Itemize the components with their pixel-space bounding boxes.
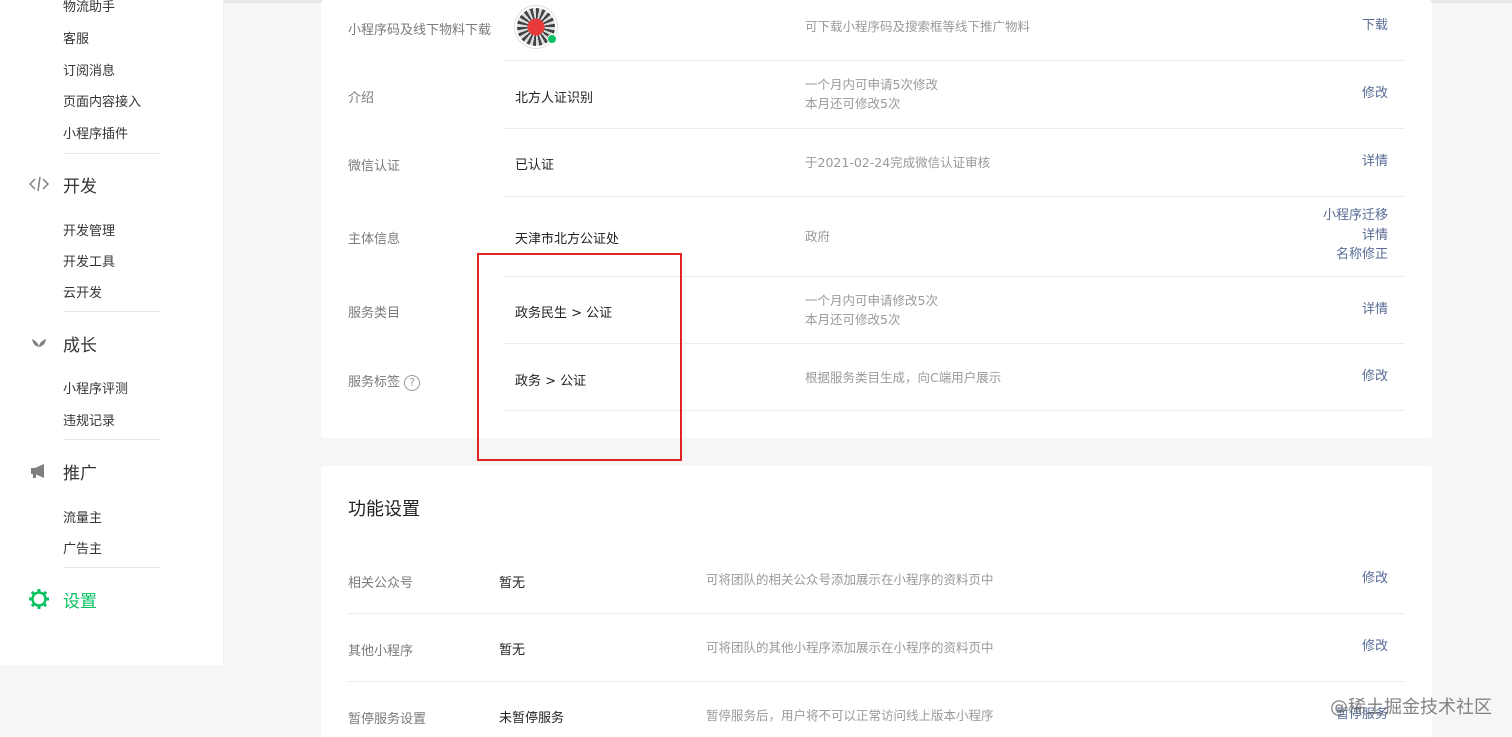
- row-desc: 暂停服务后，用户将不可以正常访问线上版本小程序: [706, 708, 994, 723]
- sidebar-item-dev-tools[interactable]: 开发工具: [63, 251, 115, 270]
- row-label: 小程序码及线下物料下载: [348, 23, 492, 38]
- sidebar-group-dev[interactable]: 开发: [28, 172, 97, 197]
- row-divider: [504, 196, 1404, 197]
- row-label: 主体信息: [348, 232, 401, 247]
- sidebar-group-label: 开发: [63, 176, 97, 197]
- name-correction-link[interactable]: 名称修正: [1336, 245, 1388, 265]
- row-divider: [348, 613, 1404, 614]
- sidebar-item-publisher[interactable]: 流量主: [63, 507, 102, 526]
- row-desc: 本月还可修改5次: [805, 96, 901, 111]
- row-label-text: 服务标签: [348, 375, 401, 390]
- megaphone-icon: [28, 460, 50, 482]
- sidebar-divider: [63, 153, 160, 154]
- sidebar-item-plugins[interactable]: 小程序插件: [63, 123, 128, 142]
- sidebar-group-label: 成长: [63, 335, 97, 356]
- section-title: 功能设置: [348, 499, 420, 520]
- sidebar-divider: [63, 311, 160, 312]
- row-desc: 一个月内可申请5次修改: [805, 77, 938, 92]
- sprout-icon: [28, 332, 50, 354]
- row-desc: 根据服务类目生成，向C端用户展示: [805, 370, 1002, 385]
- entity-detail-link[interactable]: 详情: [1362, 226, 1388, 246]
- row-value: 已认证: [515, 158, 555, 173]
- sidebar-item-logistics[interactable]: 物流助手: [63, 0, 115, 15]
- sidebar-group-promotion[interactable]: 推广: [28, 459, 97, 484]
- row-label: 服务类目: [348, 306, 401, 321]
- row-desc: 本月还可修改5次: [805, 312, 901, 327]
- code-icon: [28, 173, 50, 195]
- sidebar-item-page-content[interactable]: 页面内容接入: [63, 91, 141, 110]
- function-settings-panel: 功能设置 相关公众号 暂无 可将团队的相关公众号添加展示在小程序的资料页中 修改…: [321, 466, 1432, 737]
- row-label: 微信认证: [348, 159, 401, 174]
- edit-tags-link[interactable]: 修改: [1362, 367, 1388, 387]
- sidebar-item-cloud-dev[interactable]: 云开发: [63, 282, 102, 301]
- sidebar-group-label: 推广: [63, 463, 97, 484]
- sidebar-item-customer-service[interactable]: 客服: [63, 28, 89, 47]
- highlight-box: [477, 253, 682, 461]
- row-value: 未暂停服务: [499, 711, 565, 726]
- sidebar-item-dev-manage[interactable]: 开发管理: [63, 220, 115, 239]
- edit-intro-link[interactable]: 修改: [1362, 84, 1388, 104]
- row-value: 暂无: [499, 643, 526, 658]
- sidebar-group-growth[interactable]: 成长: [28, 331, 97, 356]
- sidebar-item-subscribe-message[interactable]: 订阅消息: [63, 60, 115, 79]
- watermark: @稀土掘金技术社区: [1330, 697, 1492, 718]
- row-value: 北方人证识别: [515, 91, 594, 106]
- row-divider: [504, 60, 1404, 61]
- cert-detail-link[interactable]: 详情: [1362, 152, 1388, 172]
- row-label: 相关公众号: [348, 576, 414, 591]
- sidebar: 物流助手 客服 订阅消息 页面内容接入 小程序插件 开发 开发管理 开发工具 云…: [0, 0, 224, 665]
- migrate-link[interactable]: 小程序迁移: [1323, 206, 1388, 226]
- row-value: 暂无: [499, 576, 526, 591]
- help-icon[interactable]: ?: [404, 374, 421, 391]
- row-label: 服务标签?: [348, 371, 421, 391]
- download-link[interactable]: 下载: [1362, 16, 1388, 36]
- edit-other-miniprogram-link[interactable]: 修改: [1362, 637, 1388, 657]
- sidebar-item-violations[interactable]: 违规记录: [63, 410, 115, 429]
- sidebar-divider: [63, 439, 160, 440]
- sidebar-group-label: 设置: [63, 591, 97, 612]
- sidebar-group-settings[interactable]: 设置: [28, 587, 97, 612]
- row-desc: 于2021-02-24完成微信认证审核: [805, 155, 991, 170]
- edit-related-account-link[interactable]: 修改: [1362, 569, 1388, 589]
- row-divider: [504, 128, 1404, 129]
- sidebar-divider: [63, 567, 160, 568]
- row-desc: 可将团队的其他小程序添加展示在小程序的资料页中: [706, 640, 994, 655]
- sidebar-item-evaluation[interactable]: 小程序评测: [63, 378, 128, 397]
- row-divider: [348, 681, 1404, 682]
- row-label: 介绍: [348, 91, 375, 106]
- category-detail-link[interactable]: 详情: [1362, 300, 1388, 320]
- row-desc: 政府: [805, 229, 831, 244]
- row-desc: 一个月内可申请修改5次: [805, 293, 938, 308]
- row-desc: 可将团队的相关公众号添加展示在小程序的资料页中: [706, 572, 994, 587]
- row-label: 暂停服务设置: [348, 712, 427, 727]
- gear-icon: [28, 588, 50, 610]
- row-value: 天津市北方公证处: [515, 232, 620, 247]
- sidebar-item-advertiser[interactable]: 广告主: [63, 538, 102, 557]
- row-label: 其他小程序: [348, 644, 414, 659]
- row-desc: 可下载小程序码及搜索框等线下推广物料: [805, 19, 1031, 34]
- verified-badge-icon: [547, 34, 557, 44]
